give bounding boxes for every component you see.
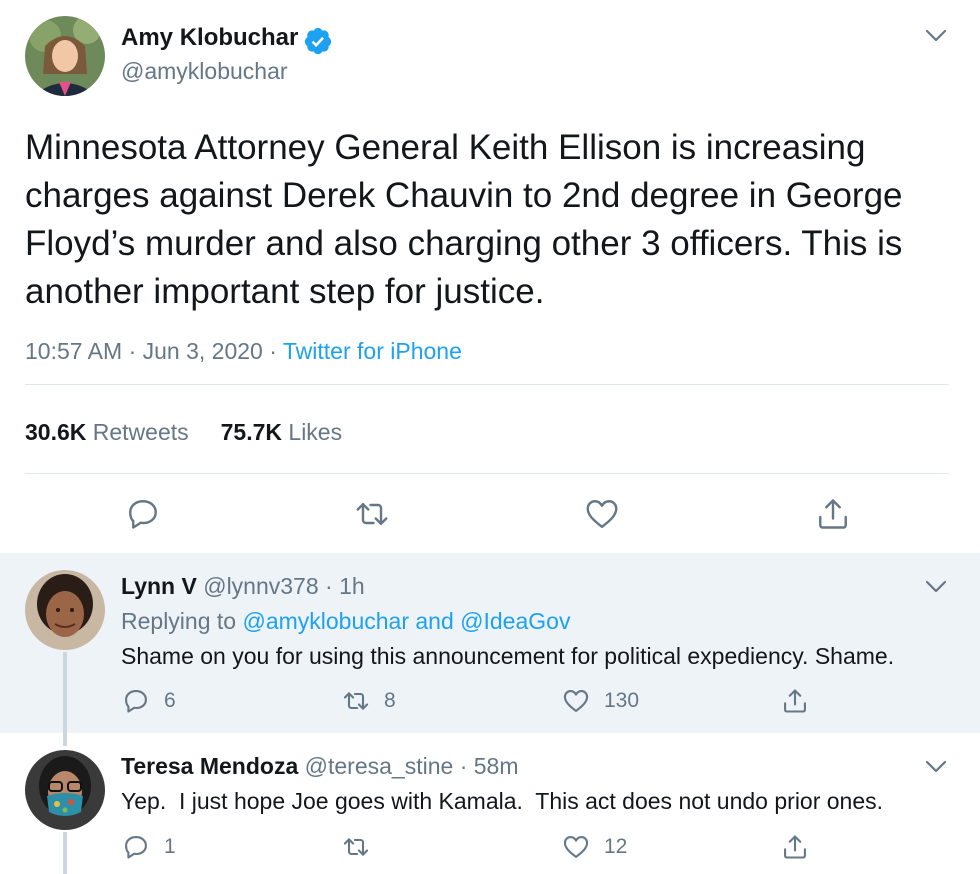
share-icon xyxy=(784,835,806,859)
separator: · xyxy=(325,573,333,599)
chevron-down-icon[interactable] xyxy=(924,755,948,779)
thread-line xyxy=(63,733,67,746)
retweet-icon[interactable] xyxy=(354,496,390,532)
tweet-date[interactable]: Jun 3, 2020 xyxy=(143,338,263,364)
reply-icon xyxy=(125,690,147,713)
reply-header: Lynn V @lynnv378 · 1h xyxy=(121,573,365,600)
retweet-icon xyxy=(343,692,369,710)
author-name[interactable]: Amy Klobuchar xyxy=(121,24,298,52)
chevron-down-icon[interactable] xyxy=(924,575,948,599)
chevron-down-icon[interactable] xyxy=(924,24,948,48)
main-tweet: Amy Klobuchar @amyklobuchar Minnesota At… xyxy=(0,0,980,553)
reply-icon[interactable] xyxy=(125,496,161,532)
reply-text: Yep. I just hope Joe goes with Kamala. T… xyxy=(121,788,884,814)
author-avatar[interactable] xyxy=(25,16,105,96)
reply-author-name[interactable]: Teresa Mendoza xyxy=(121,753,298,779)
tweet-text: Minnesota Attorney General Keith Ellison… xyxy=(25,128,903,311)
retweets-count: 30.6K xyxy=(25,419,87,445)
reply-icon xyxy=(125,836,147,859)
replying-to: Replying to @amyklobuchar and @IdeaGov xyxy=(121,608,570,635)
tweet-source[interactable]: Twitter for iPhone xyxy=(283,338,462,364)
separator: · xyxy=(459,753,468,779)
reply-author-name[interactable]: Lynn V xyxy=(121,573,197,599)
thread-line xyxy=(63,652,67,733)
author-handle[interactable]: @amyklobuchar xyxy=(121,58,288,85)
retweet-action[interactable]: 8 xyxy=(342,687,396,715)
like-icon xyxy=(563,690,589,712)
like-icon[interactable] xyxy=(584,496,620,532)
share-action[interactable] xyxy=(781,687,809,715)
retweet-icon xyxy=(343,838,369,856)
separator: · xyxy=(128,338,137,364)
reply-tweet[interactable]: Lynn V @lynnv378 · 1h Replying to @amykl… xyxy=(0,553,980,733)
tweet-metadata: 10:57 AM · Jun 3, 2020 · Twitter for iPh… xyxy=(25,338,462,365)
reply-tweet[interactable]: Teresa Mendoza @teresa_stine · 58m Yep. … xyxy=(0,733,980,874)
reply-author-handle[interactable]: @teresa_stine xyxy=(305,753,454,779)
share-action[interactable] xyxy=(781,833,809,861)
retweets-label: Retweets xyxy=(92,419,189,445)
reply-time[interactable]: 1h xyxy=(339,573,365,599)
like-count: 12 xyxy=(604,835,628,858)
reply-action[interactable]: 1 xyxy=(122,833,176,861)
retweet-action[interactable] xyxy=(342,833,384,861)
tweet-time[interactable]: 10:57 AM xyxy=(25,338,122,364)
reply-count: 1 xyxy=(164,835,176,858)
thread-line xyxy=(63,832,67,874)
replying-to-prefix: Replying to xyxy=(121,608,237,634)
like-action[interactable]: 130 xyxy=(562,687,639,715)
divider xyxy=(25,473,949,474)
reply-header: Teresa Mendoza @teresa_stine · 58m xyxy=(121,753,519,780)
share-icon xyxy=(784,689,806,713)
tweet-stats: 30.6K Retweets 75.7K Likes xyxy=(25,419,342,446)
like-action[interactable]: 12 xyxy=(562,833,627,861)
reply-avatar[interactable] xyxy=(25,570,105,650)
separator: · xyxy=(269,338,277,364)
like-count: 130 xyxy=(604,689,640,712)
reply-author-handle[interactable]: @lynnv378 xyxy=(203,573,318,599)
retweet-count: 8 xyxy=(384,689,396,712)
likes-stat[interactable]: 75.7K Likes xyxy=(221,419,342,445)
reply-avatar[interactable] xyxy=(25,750,105,830)
reply-count: 6 xyxy=(164,689,176,712)
reply-action[interactable]: 6 xyxy=(122,687,176,715)
like-icon xyxy=(563,836,589,858)
likes-label: Likes xyxy=(288,419,343,445)
share-icon[interactable] xyxy=(815,496,851,532)
reply-time[interactable]: 58m xyxy=(474,753,519,779)
reply-text: Shame on you for using this announcement… xyxy=(121,643,895,669)
retweets-stat[interactable]: 30.6K Retweets xyxy=(25,419,189,445)
divider xyxy=(25,384,949,385)
replying-to-users[interactable]: @amyklobuchar and @IdeaGov xyxy=(242,608,570,634)
likes-count: 75.7K xyxy=(220,419,283,445)
verified-badge-icon xyxy=(303,26,333,56)
